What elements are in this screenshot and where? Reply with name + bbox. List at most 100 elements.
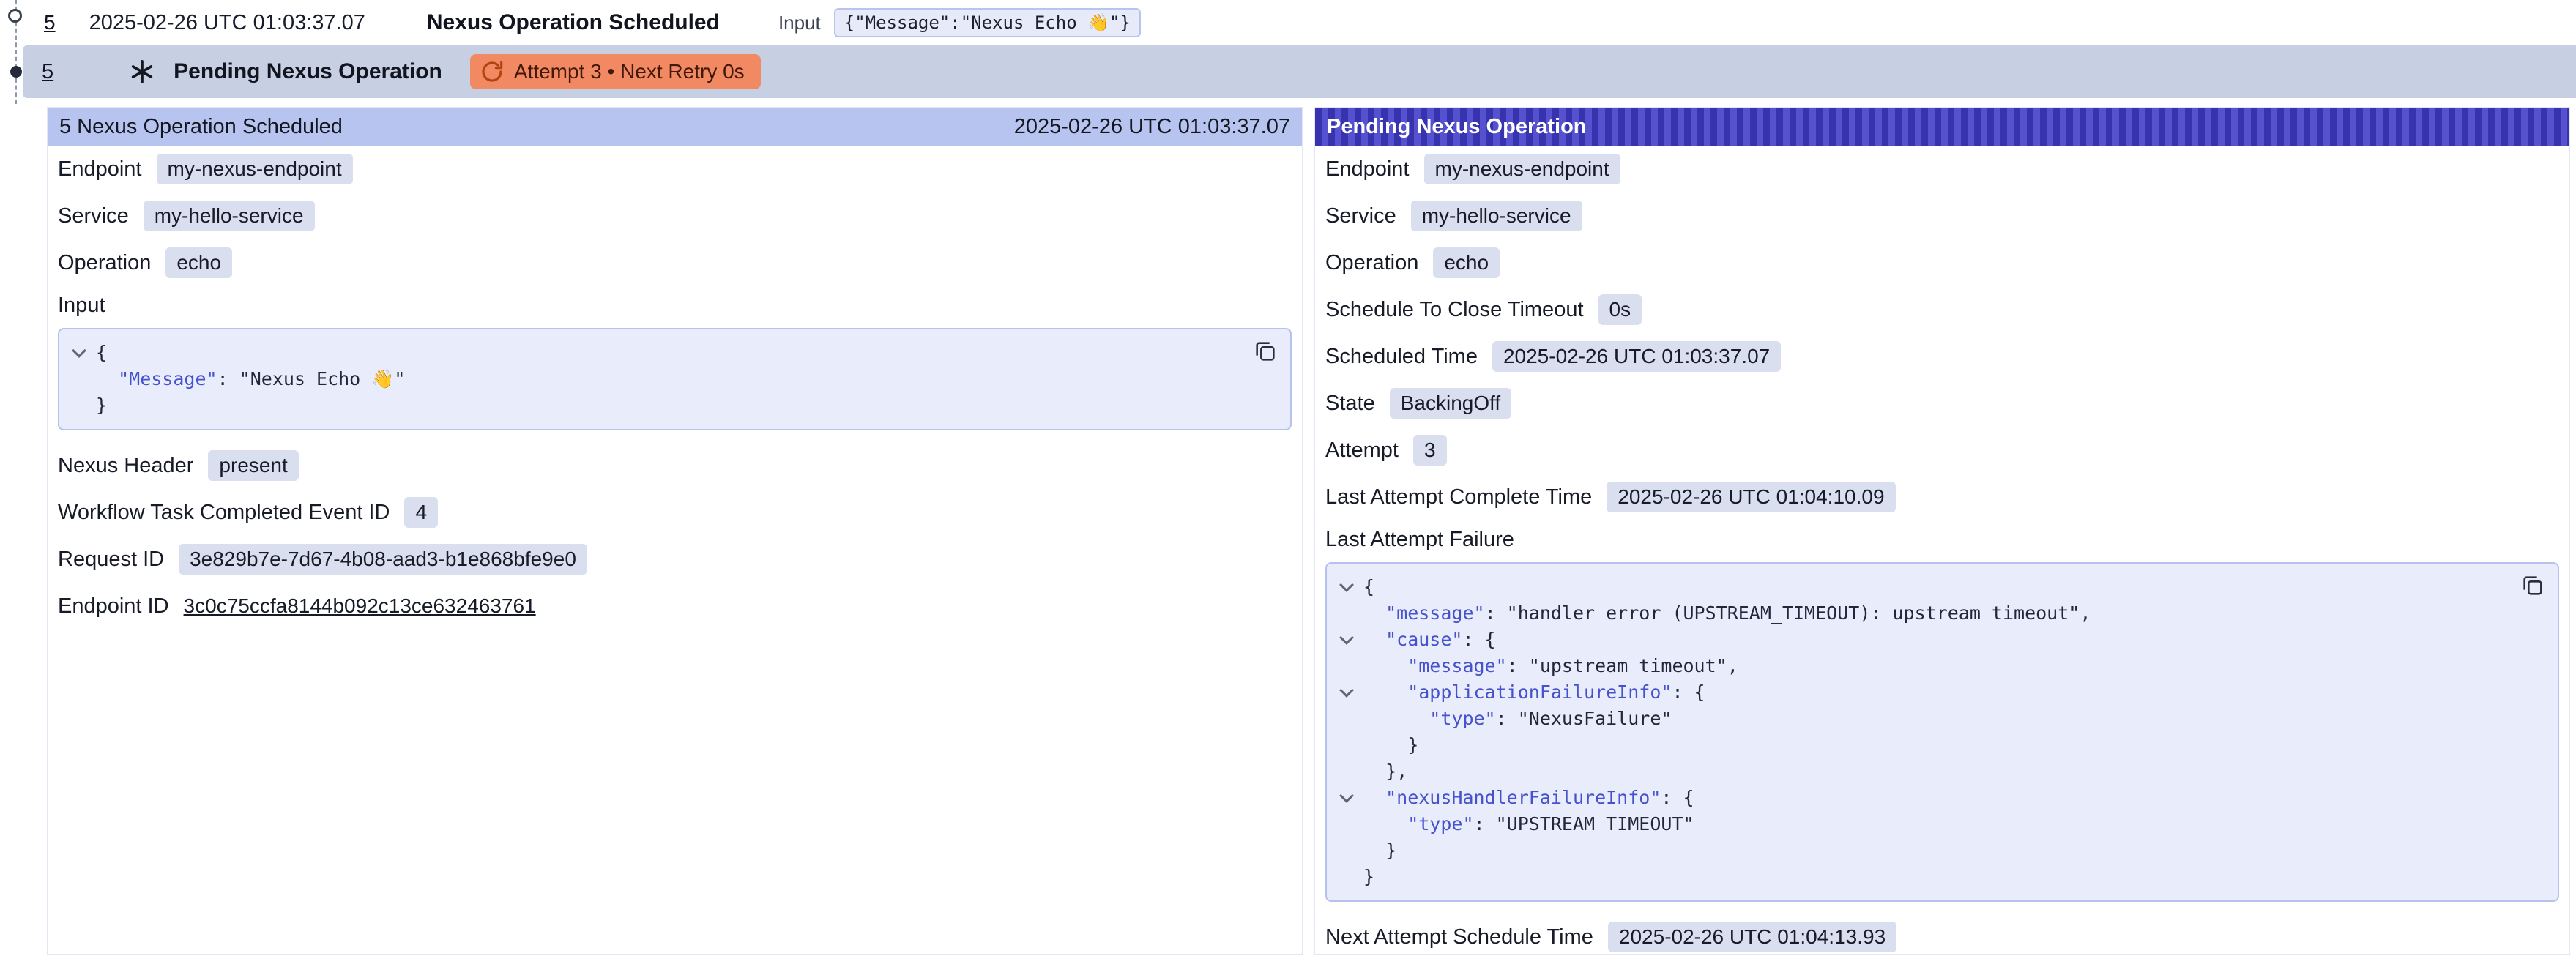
field-value: 3e829b7e-7d67-4b08-aad3-b1e868bfe9e0 [179,544,587,575]
field-value: my-hello-service [144,201,315,231]
event-id-link[interactable]: 5 [44,11,56,34]
json-punctuation: , [2080,602,2091,624]
code-line-gutter [1330,837,1363,864]
json-punctuation: : [1485,602,1507,624]
field-list: Endpoint my-nexus-endpoint Service my-he… [1325,153,2559,513]
field-value: echo [1433,247,1500,278]
collapse-chevron-icon[interactable] [72,343,86,358]
attempt-retry-badge: Attempt 3 • Next Retry 0s [470,54,761,89]
code-line-gutter [1330,574,1363,600]
detail-panels: 5 Nexus Operation Scheduled 2025-02-26 U… [47,107,2570,955]
field-value: present [208,450,298,481]
field-label: State [1325,392,1375,416]
json-key: "cause" [1385,629,1462,650]
field-row: Endpoint my-nexus-endpoint [58,153,1292,185]
pending-event-id-link[interactable]: 5 [42,60,53,84]
event-input-preview: {"Message":"Nexus Echo 👋"} [834,8,1141,37]
scheduled-panel-body: Endpoint my-nexus-endpoint Service my-he… [48,146,1302,954]
field-label: Schedule To Close Timeout [1325,298,1584,322]
json-string-value: "Nexus Echo 👋" [239,368,406,389]
collapse-chevron-icon[interactable] [1339,578,1354,592]
code-line-gutter [1330,679,1363,706]
field-label: Service [58,204,129,228]
json-punctuation: , [1727,655,1738,676]
json-string-value: "UPSTREAM_TIMEOUT" [1496,813,1694,834]
field-label: Workflow Task Completed Event ID [58,501,390,525]
code-line-gutter [1330,732,1363,758]
json-punctuation: : { [1462,629,1495,650]
input-block-label: Input [58,294,1292,318]
scheduled-panel-title: 5 Nexus Operation Scheduled [59,115,343,139]
field-label: Nexus Header [58,454,193,478]
json-key: "applicationFailureInfo" [1407,681,1672,703]
field-row: Service my-hello-service [1325,200,2559,232]
json-key: "nexusHandlerFailureInfo" [1385,787,1661,808]
field-row: Service my-hello-service [58,200,1292,232]
attempt-badge-label: Attempt 3 • Next Retry 0s [514,60,745,83]
field-value: my-hello-service [1411,201,1582,231]
code-line-gutter [1330,627,1363,653]
code-line-gutter [1330,653,1363,679]
field-label: Endpoint ID [58,594,169,619]
field-row: Next Attempt Schedule Time 2025-02-26 UT… [1325,921,2559,953]
scheduled-event-panel: 5 Nexus Operation Scheduled 2025-02-26 U… [47,107,1303,955]
json-key: "message" [1385,602,1484,624]
field-row: Workflow Task Completed Event ID 4 [58,496,1292,529]
json-key: "Message" [118,368,217,389]
field-label: Operation [58,251,151,275]
field-list: Nexus Header present Workflow Task Compl… [58,449,1292,622]
event-summary-row[interactable]: 5 2025-02-26 UTC 01:03:37.07 Nexus Opera… [0,0,2576,45]
field-label: Last Attempt Complete Time [1325,485,1592,509]
field-label: Endpoint [58,157,142,182]
collapse-chevron-icon[interactable] [1339,683,1354,698]
event-history-timeline [0,0,34,110]
pending-operation-panel: Pending Nexus Operation Endpoint my-nexu… [1314,107,2570,955]
field-row: Last Attempt Complete Time 2025-02-26 UT… [1325,481,2559,513]
timeline-node-circle [8,9,22,23]
field-row: State BackingOff [1325,387,2559,419]
pending-panel-title: Pending Nexus Operation [1327,115,1587,139]
pending-operation-title: Pending Nexus Operation [174,59,442,84]
field-label: Request ID [58,548,164,572]
field-value: 2025-02-26 UTC 01:04:13.93 [1608,922,1896,952]
field-value: my-nexus-endpoint [157,154,353,184]
code-line-gutter [62,340,96,366]
json-punctuation: : { [1672,681,1705,703]
code-line-gutter [1330,706,1363,732]
field-row: Schedule To Close Timeout 0s [1325,294,2559,326]
json-punctuation: } [96,395,107,416]
field-value: BackingOff [1390,388,1511,419]
scheduled-panel-timestamp: 2025-02-26 UTC 01:03:37.07 [1014,115,1290,139]
json-key: "message" [1407,655,1506,676]
pending-operation-row[interactable]: 5 Pending Nexus Operation Attempt 3 • Ne… [23,45,2576,98]
field-row: Nexus Header present [58,449,1292,482]
json-punctuation: : [1474,813,1496,834]
field-value[interactable]: 3c0c75ccfa8144b092c13ce632463761 [184,594,536,618]
json-key: "type" [1407,813,1473,834]
json-punctuation: : [1496,708,1518,729]
field-row: Endpoint ID 3c0c75ccfa8144b092c13ce63246… [58,590,1292,622]
code-line-gutter [62,392,96,419]
failure-json-lines: {"message": "handler error (UPSTREAM_TIM… [1330,574,2543,890]
event-input-label: Input [778,12,821,34]
field-row: Request ID 3e829b7e-7d67-4b08-aad3-b1e86… [58,543,1292,575]
collapse-chevron-icon[interactable] [1339,630,1354,645]
pending-panel-body: Endpoint my-nexus-endpoint Service my-he… [1315,146,2569,954]
field-row: Attempt 3 [1325,434,2559,466]
collapse-chevron-icon[interactable] [1339,788,1354,803]
json-punctuation: } [1407,734,1418,755]
field-label: Scheduled Time [1325,345,1478,369]
field-value: 2025-02-26 UTC 01:03:37.07 [1492,341,1781,372]
json-key: "type" [1429,708,1495,729]
json-string-value: "handler error (UPSTREAM_TIMEOUT): upstr… [1507,602,2080,624]
json-punctuation: } [1385,840,1396,861]
event-timestamp: 2025-02-26 UTC 01:03:37.07 [89,11,365,35]
pending-panel-header: Pending Nexus Operation [1315,108,2569,146]
field-value: 2025-02-26 UTC 01:04:10.09 [1607,482,1895,512]
event-title: Nexus Operation Scheduled [427,10,720,35]
field-label: Service [1325,204,1396,228]
copy-icon[interactable] [1252,338,1278,365]
field-value: echo [165,247,232,278]
copy-icon[interactable] [2520,572,2546,599]
scheduled-panel-header: 5 Nexus Operation Scheduled 2025-02-26 U… [48,108,1302,146]
